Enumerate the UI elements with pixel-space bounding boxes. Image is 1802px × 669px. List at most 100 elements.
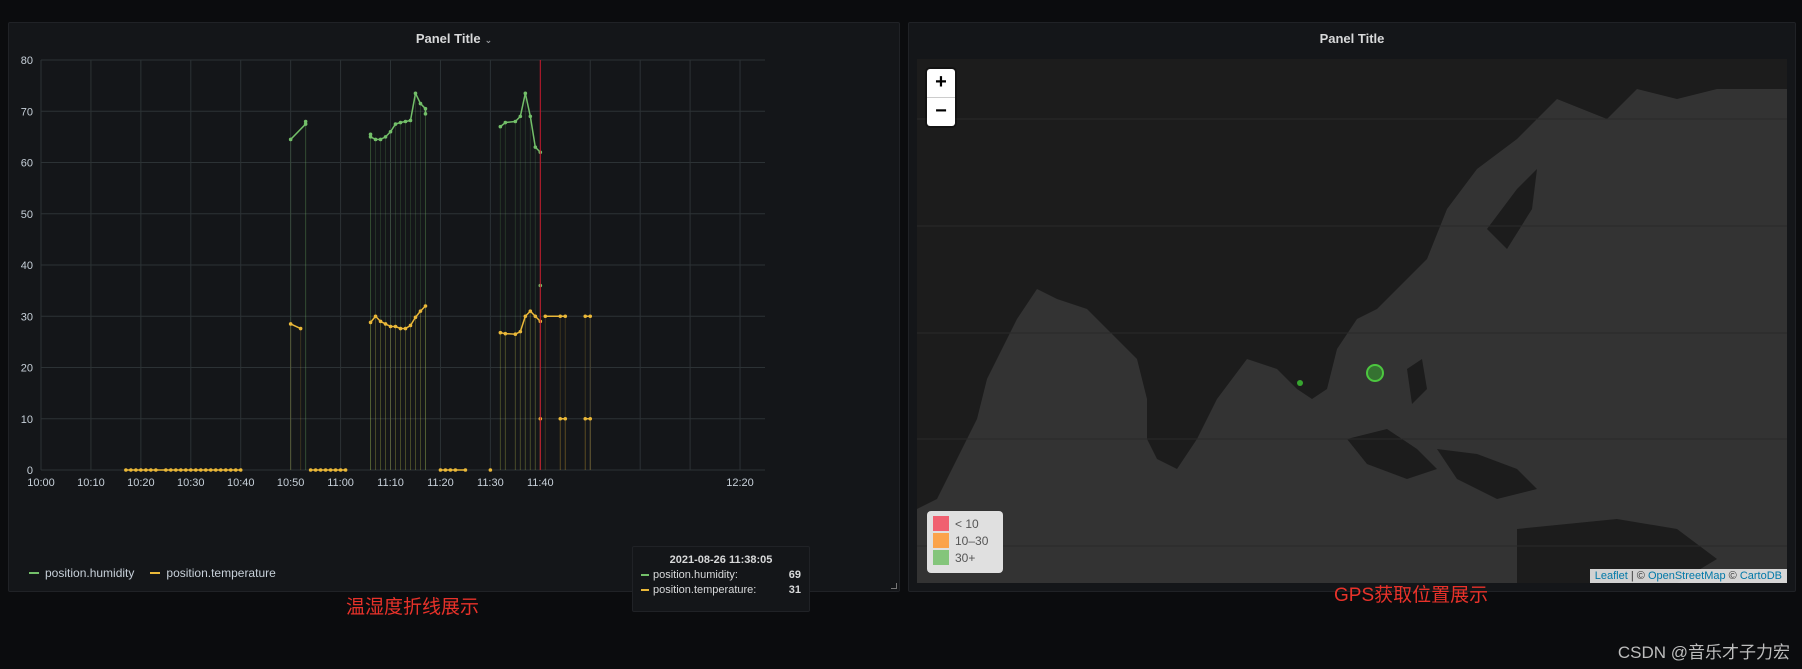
series-point	[513, 332, 518, 336]
caption-right: GPS获取位置展示	[1334, 585, 1489, 606]
map-legend-row: < 10	[933, 515, 997, 532]
series-point	[193, 468, 198, 472]
series-point	[398, 326, 403, 331]
series-point	[139, 468, 143, 472]
series-point	[218, 468, 223, 472]
series-point	[438, 468, 443, 472]
series-point	[223, 468, 228, 472]
series-point	[203, 468, 208, 472]
series-point	[503, 331, 508, 336]
zoom-in-button[interactable]: +	[927, 69, 955, 98]
legend-item-temperature[interactable]: position.temperature	[150, 566, 276, 580]
series-point	[423, 106, 428, 111]
graph-panel: Panel Title ⌄ 0 10 20 30 40 50 60 70 80 10:00 10:10…	[8, 22, 900, 592]
series-point	[528, 114, 533, 119]
series-point	[393, 122, 398, 126]
x-tick-label: 11:30	[477, 477, 504, 489]
x-tick-label: 10:30	[177, 477, 205, 489]
x-tick-label: 11:00	[327, 477, 354, 489]
series-point	[533, 145, 538, 149]
y-tick-label: 0	[27, 465, 33, 477]
series-point	[403, 119, 408, 124]
series-point	[413, 91, 418, 96]
graph-tooltip: 2021-08-26 11:38:05 position.humidity: 6…	[632, 546, 810, 612]
y-tick-label: 50	[21, 209, 33, 221]
series-point	[408, 118, 413, 123]
tooltip-time: 2021-08-26 11:38:05	[669, 554, 773, 566]
series-point	[323, 468, 328, 472]
series-point	[228, 468, 233, 472]
y-tick-label: 30	[21, 311, 33, 323]
series-point	[418, 309, 423, 313]
x-tick-label: 12:20	[726, 477, 754, 489]
series-point	[588, 314, 593, 319]
legend-swatch	[933, 516, 949, 531]
series-point	[558, 416, 563, 421]
y-tick-label: 80	[21, 55, 33, 67]
series-point	[134, 468, 138, 472]
series-point	[563, 314, 568, 319]
series-point	[453, 468, 458, 472]
zoom-out-button[interactable]: −	[927, 98, 955, 126]
y-tick-label: 10	[21, 414, 33, 426]
series-point	[303, 119, 308, 124]
resize-handle[interactable]	[891, 583, 897, 589]
x-tick-label: 11:10	[377, 477, 404, 489]
map-panel-title[interactable]: Panel Title	[909, 31, 1795, 46]
series-point	[383, 322, 388, 326]
series-point	[523, 314, 528, 319]
legend-swatch	[933, 533, 949, 548]
series-point	[583, 314, 588, 319]
series-point	[543, 314, 548, 319]
x-tick-label: 11:20	[427, 477, 454, 489]
series-line-segment	[290, 123, 307, 140]
legend-swatch	[933, 550, 949, 565]
series-point	[179, 468, 183, 472]
series-point	[448, 468, 453, 472]
x-tick-label: 10:20	[127, 477, 155, 489]
x-tick-label: 10:00	[27, 477, 55, 489]
series-point	[498, 330, 503, 335]
series-point	[388, 129, 393, 134]
series-point	[398, 120, 403, 125]
series-point	[408, 323, 413, 328]
series-point	[388, 324, 393, 329]
series-point	[523, 91, 528, 96]
series-point	[124, 468, 128, 472]
series-point	[129, 468, 133, 472]
series-point	[418, 101, 423, 106]
series-point	[338, 468, 343, 472]
series-point	[298, 326, 303, 331]
series-point	[188, 468, 193, 472]
tooltip-row: position.temperature: 31	[633, 584, 809, 596]
series-point	[343, 468, 348, 472]
series-point	[528, 309, 533, 313]
series-line-segment	[529, 116, 537, 148]
line-chart[interactable]: 0 10 20 30 40 50 60 70 80 10:00 10:10 10:20 10:30 10:…	[9, 23, 899, 591]
series-point	[498, 124, 503, 129]
series-point	[333, 468, 338, 472]
series-point	[423, 112, 428, 116]
legend-swatch	[29, 572, 39, 574]
leaflet-link[interactable]: Leaflet	[1595, 570, 1628, 582]
series-point	[169, 468, 173, 472]
series-line-segment	[524, 93, 532, 117]
x-tick-label: 10:40	[227, 477, 255, 489]
x-tick-label: 10:50	[277, 477, 305, 489]
tooltip-swatch	[641, 589, 649, 591]
series-point	[233, 468, 238, 472]
x-tick-label: 11:40	[527, 477, 554, 489]
map-background[interactable]	[917, 59, 1787, 583]
y-tick-label: 40	[21, 260, 33, 272]
map-legend-row: 30+	[933, 549, 997, 566]
series-point	[144, 468, 148, 472]
map-marker-small[interactable]	[1297, 380, 1303, 386]
series-point	[518, 114, 523, 119]
map-marker-large[interactable]	[1366, 364, 1384, 382]
world-map[interactable]: + − < 10 10–30 30+ Leaflet | © OpenStree…	[917, 59, 1787, 583]
osm-link[interactable]: OpenStreetMap	[1648, 570, 1726, 582]
series-point	[318, 468, 323, 472]
legend-item-humidity[interactable]: position.humidity	[29, 566, 134, 580]
map-attribution: Leaflet | © OpenStreetMap © CartoDB	[1589, 569, 1787, 583]
cartodb-link[interactable]: CartoDB	[1740, 570, 1782, 582]
